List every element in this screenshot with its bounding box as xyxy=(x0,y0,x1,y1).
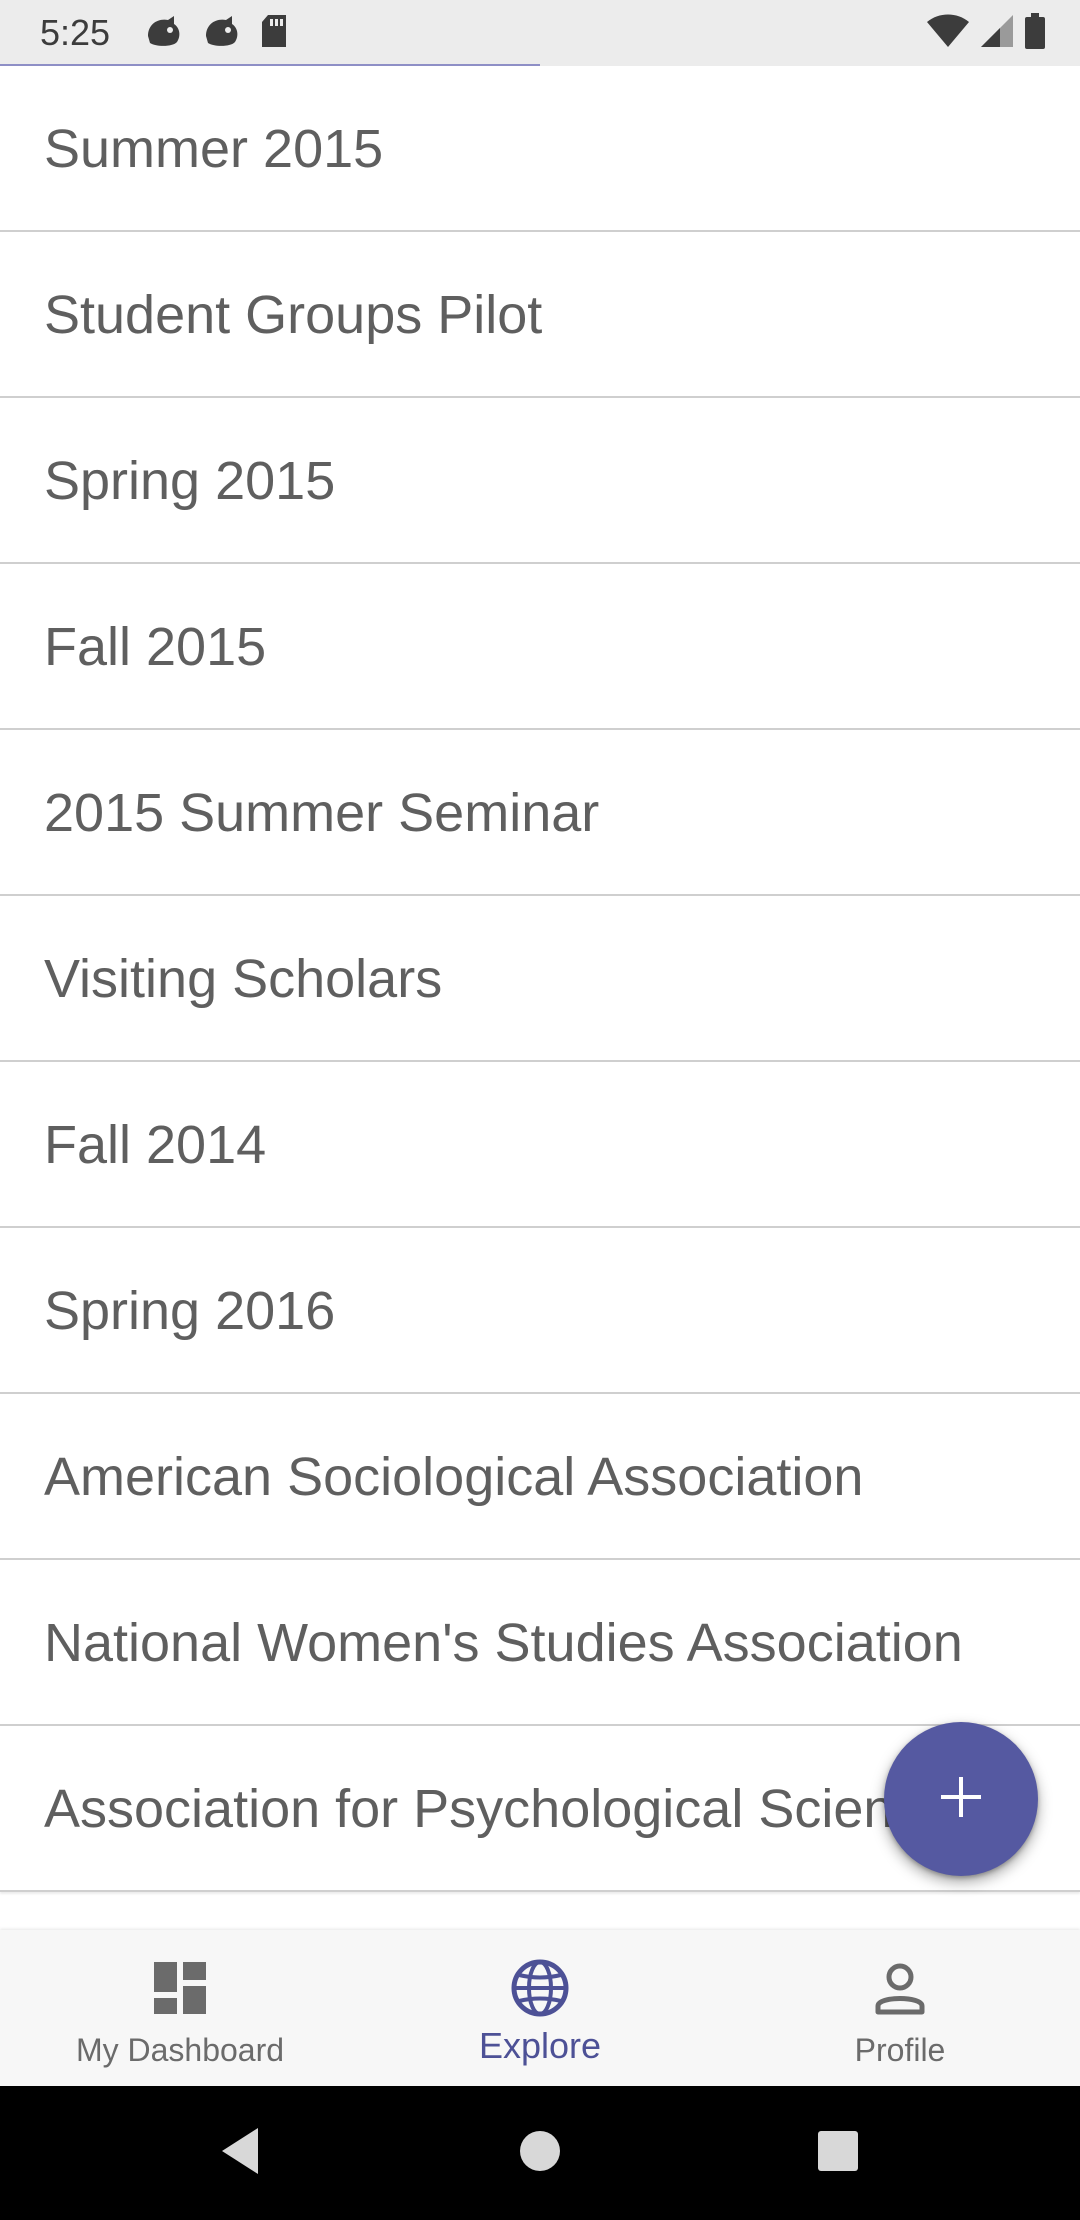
status-bar: 5:25 xyxy=(0,0,1080,67)
person-icon xyxy=(870,1958,930,2018)
system-back-button[interactable] xyxy=(180,2086,300,2220)
system-recents-button[interactable] xyxy=(778,2086,898,2220)
list-item-label: Association for Psychological Science xyxy=(44,1779,951,1839)
list-item[interactable]: Fall 2015 xyxy=(0,564,1080,730)
list-item-label: Fall 2015 xyxy=(44,617,267,677)
system-home-button[interactable] xyxy=(480,2086,600,2220)
notification-icon xyxy=(202,14,242,53)
list-item-label: Fall 2014 xyxy=(44,1115,267,1175)
plus-icon xyxy=(939,1775,983,1824)
list-item-label: American Sociological Association xyxy=(44,1447,864,1507)
globe-icon xyxy=(510,1958,570,2018)
home-icon xyxy=(518,2129,562,2178)
list-item[interactable]: American Sociological Association xyxy=(0,1394,1080,1560)
status-system-icons xyxy=(926,12,1046,54)
add-button[interactable] xyxy=(884,1722,1038,1876)
explore-list[interactable]: Summer 2015 Student Groups Pilot Spring … xyxy=(0,66,1080,1930)
wifi-icon xyxy=(926,14,970,53)
list-item-label: National Women's Studies Association xyxy=(44,1613,963,1673)
system-navigation-bar xyxy=(0,2086,1080,2220)
list-item[interactable]: 2015 Summer Seminar xyxy=(0,730,1080,896)
notification-icon xyxy=(144,14,184,53)
list-item[interactable]: National Women's Studies Association xyxy=(0,1560,1080,1726)
dashboard-icon xyxy=(150,1958,210,2018)
list-item-label: Spring 2016 xyxy=(44,1281,336,1341)
cellular-signal-icon xyxy=(980,14,1014,53)
list-item-label: 2015 Summer Seminar xyxy=(44,783,600,843)
nav-my-dashboard[interactable]: My Dashboard xyxy=(0,1930,360,2086)
list-item[interactable]: Spring 2016 xyxy=(0,1228,1080,1394)
list-item[interactable]: Visiting Scholars xyxy=(0,896,1080,1062)
bottom-navigation: My Dashboard Explore Profile xyxy=(0,1930,1080,2086)
list-item-label: Spring 2015 xyxy=(44,451,336,511)
list-item-label: Summer 2015 xyxy=(44,119,384,179)
list-item-label: Visiting Scholars xyxy=(44,949,443,1009)
list-item[interactable]: Spring 2015 xyxy=(0,398,1080,564)
nav-label: Profile xyxy=(854,2032,946,2068)
status-time: 5:25 xyxy=(40,12,111,53)
recents-icon xyxy=(816,2129,860,2178)
nav-explore[interactable]: Explore xyxy=(360,1930,720,2086)
sd-card-icon xyxy=(260,14,288,53)
list-item-label: Student Groups Pilot xyxy=(44,285,543,345)
nav-label: Explore xyxy=(478,2025,602,2066)
status-notifications xyxy=(144,13,288,53)
battery-icon xyxy=(1024,12,1046,54)
nav-profile[interactable]: Profile xyxy=(720,1930,1080,2086)
nav-label: My Dashboard xyxy=(75,2032,285,2068)
list-item[interactable]: Summer 2015 xyxy=(0,66,1080,232)
back-icon xyxy=(218,2126,262,2181)
list-item[interactable]: Fall 2014 xyxy=(0,1062,1080,1228)
list-item[interactable]: Student Groups Pilot xyxy=(0,232,1080,398)
